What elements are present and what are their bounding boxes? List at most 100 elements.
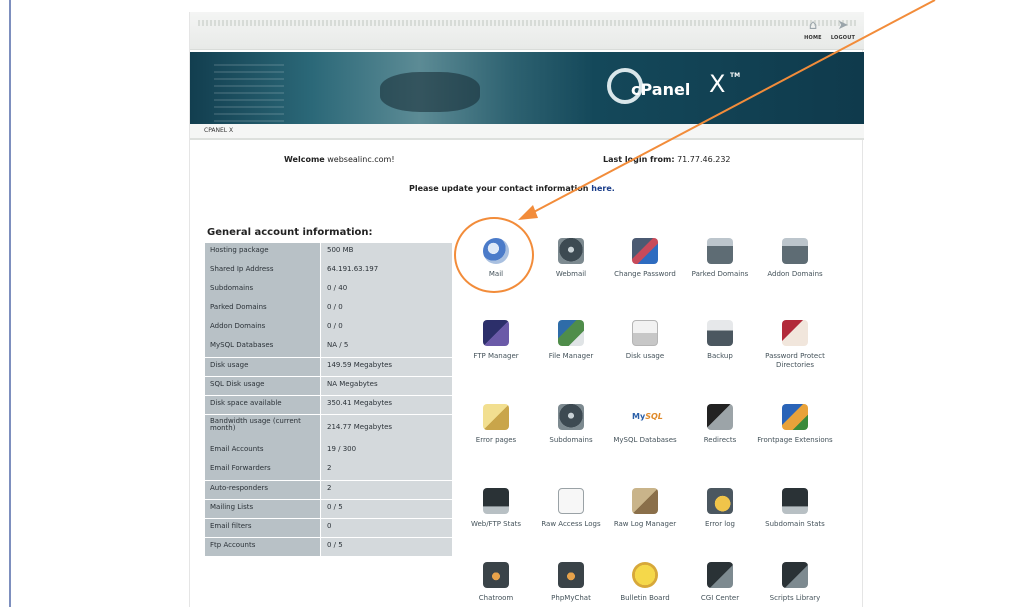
- tool-label: Subdomain Stats: [765, 520, 825, 528]
- logout-icon: ➤: [837, 18, 849, 33]
- tool-label: CGI Center: [700, 594, 740, 602]
- mysql-logo-text: MySQL: [632, 412, 663, 421]
- info-value: 0 / 0: [321, 300, 452, 319]
- contact-update-link[interactable]: here.: [591, 184, 615, 193]
- info-key: Email Accounts: [205, 442, 321, 461]
- tool-web-ftp-stats[interactable]: Web/FTP Stats: [456, 488, 536, 529]
- tool-label: Raw Access Logs: [541, 520, 601, 528]
- tool-raw-access-logs[interactable]: Raw Access Logs: [531, 488, 611, 529]
- account-info-title: General account information:: [207, 227, 373, 238]
- tool-subdomains[interactable]: Subdomains: [531, 404, 611, 445]
- info-row: Ftp Accounts 0 / 5: [205, 537, 452, 557]
- banner-building-graphic: [214, 62, 284, 122]
- error-log-icon: [707, 488, 733, 514]
- breadcrumb-item[interactable]: CPANEL X: [204, 127, 233, 134]
- tool-scripts-library[interactable]: Scripts Library: [755, 562, 835, 603]
- logout-button[interactable]: ➤ LOGOUT: [826, 18, 860, 46]
- tool-redirects[interactable]: Redirects: [680, 404, 760, 445]
- addon-domains-icon: [782, 238, 808, 264]
- tool-label: Redirects: [703, 436, 737, 444]
- tool-raw-log-manager[interactable]: Raw Log Manager: [605, 488, 685, 529]
- info-value: 149.59 Megabytes: [321, 357, 452, 377]
- account-info-table: Hosting package 500 MB Shared Ip Address 6…: [205, 243, 452, 557]
- tool-label: File Manager: [548, 352, 594, 360]
- stats-icon: [483, 488, 509, 514]
- trademark-mark: TM: [730, 72, 741, 79]
- tool-bulletin-board[interactable]: Bulletin Board: [605, 562, 685, 603]
- tool-label: MySQL Databases: [613, 436, 677, 444]
- cpanel-version: X: [709, 70, 726, 98]
- info-row: Addon Domains 0 / 0: [205, 319, 452, 338]
- tool-cgi-center[interactable]: CGI Center: [680, 562, 760, 603]
- home-button[interactable]: ⌂ HOME: [796, 18, 830, 46]
- info-row: Mailing Lists 0 / 5: [205, 499, 452, 519]
- tool-parked-domains[interactable]: Parked Domains: [680, 238, 760, 279]
- tool-label: Parked Domains: [691, 270, 749, 278]
- tool-change-password[interactable]: Change Password: [605, 238, 685, 279]
- info-value: 2: [321, 461, 452, 481]
- subdomains-icon: [558, 404, 584, 430]
- parked-domains-icon: [707, 238, 733, 264]
- info-key: Disk usage: [205, 357, 321, 377]
- window-edge: [9, 0, 11, 607]
- tool-subdomain-stats[interactable]: Subdomain Stats: [755, 488, 835, 529]
- tool-phpmychat[interactable]: PhpMyChat: [531, 562, 611, 603]
- info-key: Addon Domains: [205, 319, 321, 338]
- tool-chatroom[interactable]: Chatroom: [456, 562, 536, 603]
- tool-password-protect[interactable]: Password Protect Directories: [755, 320, 835, 370]
- info-value: 214.77 Megabytes: [321, 414, 452, 442]
- info-key: Shared Ip Address: [205, 262, 321, 281]
- mysql-logo-main: My: [632, 412, 646, 421]
- breadcrumb: CPANEL X: [190, 124, 864, 140]
- tool-ftp-manager[interactable]: FTP Manager: [456, 320, 536, 361]
- home-button-label: HOME: [804, 35, 822, 41]
- top-bar-stripe: [198, 20, 856, 26]
- tool-label: Addon Domains: [767, 270, 823, 278]
- info-key: Parked Domains: [205, 300, 321, 319]
- info-value: 64.191.63.197: [321, 262, 452, 281]
- tool-disk-usage[interactable]: Disk usage: [605, 320, 685, 361]
- tool-label: Webmail: [555, 270, 587, 278]
- file-manager-icon: [558, 320, 584, 346]
- info-row: Hosting package 500 MB: [205, 243, 452, 262]
- info-row: Email filters 0: [205, 518, 452, 538]
- info-key: Auto-responders: [205, 480, 321, 500]
- info-row: Parked Domains 0 / 0: [205, 300, 452, 319]
- tool-frontpage[interactable]: Frontpage Extensions: [755, 404, 835, 445]
- tool-addon-domains[interactable]: Addon Domains: [755, 238, 835, 279]
- tool-label: Subdomains: [549, 436, 593, 444]
- info-row: Shared Ip Address 64.191.63.197: [205, 262, 452, 281]
- tool-label: FTP Manager: [473, 352, 519, 360]
- tool-mysql[interactable]: MySQL MySQL Databases: [605, 404, 685, 445]
- scripts-library-icon: [782, 562, 808, 588]
- disk-usage-icon: [632, 320, 658, 346]
- cgi-center-icon: [707, 562, 733, 588]
- raw-logs-icon: [558, 488, 584, 514]
- info-row: SQL Disk usage NA Megabytes: [205, 376, 452, 396]
- tool-file-manager[interactable]: File Manager: [531, 320, 611, 361]
- tool-label: Error log: [705, 520, 735, 528]
- tool-label: PhpMyChat: [551, 594, 591, 602]
- raw-log-manager-icon: [632, 488, 658, 514]
- tool-label: Change Password: [614, 270, 676, 278]
- tool-webmail[interactable]: Webmail: [531, 238, 611, 279]
- tool-label: Scripts Library: [769, 594, 821, 602]
- tool-error-pages[interactable]: Error pages: [456, 404, 536, 445]
- top-bar: ⌂ HOME ➤ LOGOUT: [190, 12, 864, 50]
- mysql-logo-accent: SQL: [645, 412, 663, 421]
- info-value: 19 / 300: [321, 442, 452, 461]
- phpmychat-icon: [558, 562, 584, 588]
- info-value: 500 MB: [321, 243, 452, 262]
- error-pages-icon: [483, 404, 509, 430]
- mail-highlight-circle: [454, 217, 534, 293]
- tool-label: Backup: [707, 352, 733, 360]
- info-key: Subdomains: [205, 281, 321, 300]
- chatroom-icon: [483, 562, 509, 588]
- tool-backup[interactable]: Backup: [680, 320, 760, 361]
- info-row: Disk usage 149.59 Megabytes: [205, 357, 452, 377]
- last-login: Last login from: 71.77.46.232: [603, 155, 731, 164]
- tool-error-log[interactable]: Error log: [680, 488, 760, 529]
- welcome-message: Welcome websealinc.com!: [284, 155, 395, 164]
- ftp-icon: [483, 320, 509, 346]
- info-key: Mailing Lists: [205, 499, 321, 519]
